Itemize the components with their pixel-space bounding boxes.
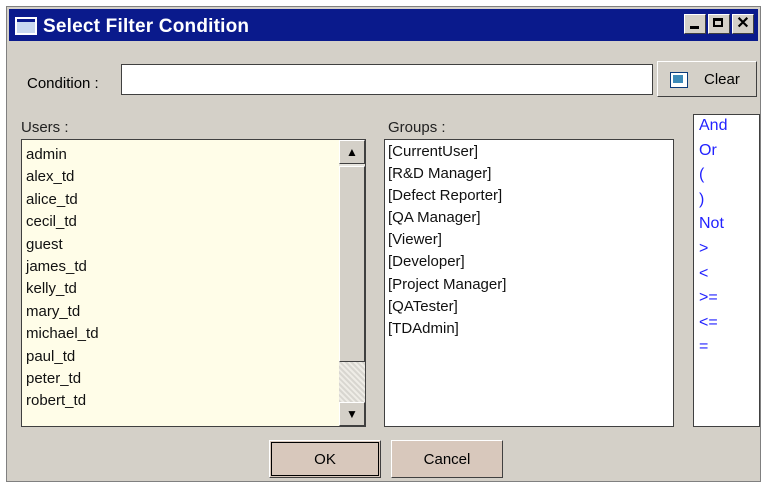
scroll-thumb[interactable]: [339, 166, 365, 362]
clear-icon: [670, 72, 688, 88]
users-listbox[interactable]: admin alex_td alice_td cecil_td guest ja…: [21, 139, 366, 427]
minimize-button[interactable]: [684, 14, 706, 34]
user-item[interactable]: kelly_td: [26, 280, 340, 302]
window-controls: [684, 14, 754, 34]
user-item[interactable]: robert_td: [26, 392, 340, 414]
operator-item[interactable]: Or: [699, 140, 759, 165]
user-item[interactable]: cecil_td: [26, 213, 340, 235]
window-title: Select Filter Condition: [43, 16, 250, 37]
user-item[interactable]: mary_td: [26, 303, 340, 325]
close-button[interactable]: [732, 14, 754, 34]
users-list: admin alex_td alice_td cecil_td guest ja…: [22, 140, 340, 415]
operator-item[interactable]: <: [699, 263, 759, 288]
group-item[interactable]: [Viewer]: [388, 231, 673, 253]
group-item[interactable]: [QATester]: [388, 298, 673, 320]
group-item[interactable]: [TDAdmin]: [388, 320, 673, 342]
title-bar[interactable]: Select Filter Condition: [9, 9, 758, 41]
scroll-track[interactable]: [339, 362, 365, 402]
clear-button[interactable]: Clear: [657, 61, 757, 97]
user-item[interactable]: michael_td: [26, 325, 340, 347]
operator-item[interactable]: (: [699, 164, 759, 189]
operator-item[interactable]: Not: [699, 213, 759, 238]
operator-item[interactable]: >=: [699, 287, 759, 312]
maximize-button[interactable]: [708, 14, 730, 34]
clear-button-label: Clear: [704, 71, 740, 88]
operator-item[interactable]: <=: [699, 312, 759, 337]
user-item[interactable]: admin: [26, 146, 340, 168]
user-item[interactable]: alice_td: [26, 191, 340, 213]
ok-button[interactable]: OK: [269, 440, 381, 478]
operators-listbox[interactable]: And Or ( ) Not > < >= <= =: [693, 114, 760, 427]
group-item[interactable]: [R&D Manager]: [388, 165, 673, 187]
condition-input[interactable]: [121, 64, 653, 95]
operator-item[interactable]: And: [699, 115, 759, 140]
operator-item[interactable]: ): [699, 189, 759, 214]
users-label: Users :: [21, 119, 69, 136]
user-item[interactable]: alex_td: [26, 168, 340, 190]
scroll-down-arrow-icon[interactable]: ▼: [339, 402, 365, 426]
cancel-button[interactable]: Cancel: [391, 440, 503, 478]
select-filter-condition-dialog: Select Filter Condition Condition : Clea…: [6, 6, 761, 482]
operator-item[interactable]: =: [699, 336, 759, 361]
groups-label: Groups :: [388, 119, 446, 136]
users-scrollbar[interactable]: ▲ ▼: [339, 140, 365, 426]
group-item[interactable]: [CurrentUser]: [388, 143, 673, 165]
operator-item[interactable]: >: [699, 238, 759, 263]
group-item[interactable]: [Project Manager]: [388, 276, 673, 298]
group-item[interactable]: [Developer]: [388, 253, 673, 275]
user-item[interactable]: james_td: [26, 258, 340, 280]
user-item[interactable]: peter_td: [26, 370, 340, 392]
user-item[interactable]: guest: [26, 236, 340, 258]
group-item[interactable]: [Defect Reporter]: [388, 187, 673, 209]
condition-label: Condition :: [27, 75, 99, 92]
group-item[interactable]: [QA Manager]: [388, 209, 673, 231]
user-item[interactable]: paul_td: [26, 348, 340, 370]
window-icon: [15, 17, 37, 35]
groups-listbox[interactable]: [CurrentUser] [R&D Manager] [Defect Repo…: [384, 139, 674, 427]
scroll-up-arrow-icon[interactable]: ▲: [339, 140, 365, 164]
